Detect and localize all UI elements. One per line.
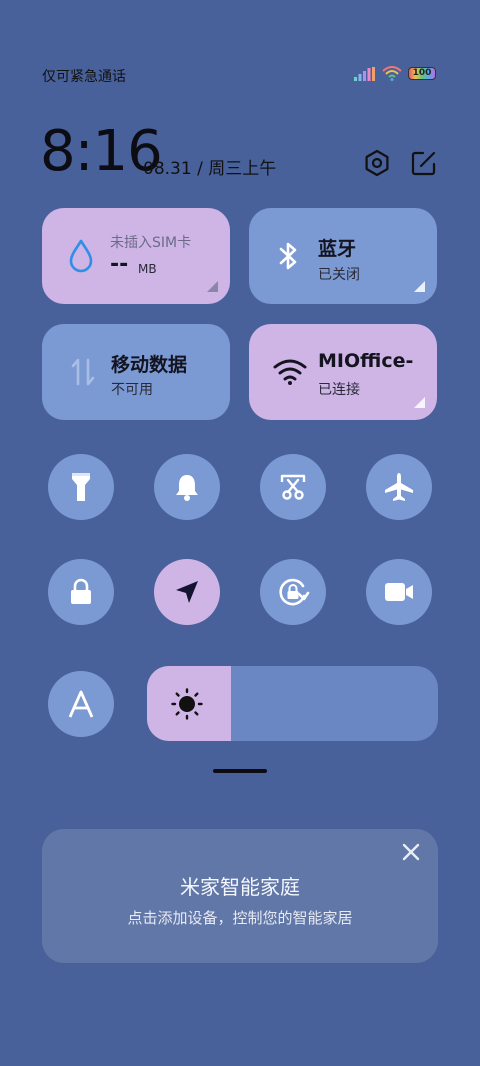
battery-icon: 100 [408,67,436,80]
location-arrow-icon [176,581,198,603]
bluetooth-status: 已关闭 [318,267,360,283]
bluetooth-icon [279,242,297,270]
mobile-data-icon [71,358,95,386]
data-usage-tile[interactable]: 未插入SIM卡 -- MB [42,208,230,304]
video-camera-icon [385,583,413,601]
wifi-icon [273,359,307,385]
wifi-status-icon [382,66,402,81]
expand-corner-icon [207,281,218,292]
wifi-network-name: MIOffice- [318,350,414,372]
data-usage-unit: MB [138,262,157,276]
lock-icon [71,578,91,604]
scissors-screenshot-icon [280,474,306,500]
expand-corner-icon [414,397,425,408]
smart-home-subtitle: 点击添加设备，控制您的智能家居 [127,909,353,927]
signal-icon [354,66,375,81]
airplane-icon [385,473,413,501]
settings-icon[interactable] [362,148,392,178]
bell-icon [176,475,198,501]
lock-screen-toggle[interactable] [48,559,114,625]
wifi-status: 已连接 [318,382,360,398]
carrier-status: 仅可紧急通话 [42,69,126,85]
mobile-data-tile[interactable]: 移动数据 不可用 [42,324,230,420]
letter-a-icon [68,690,94,718]
screenshot-toggle[interactable] [260,454,326,520]
expand-corner-icon [414,281,425,292]
edit-icon[interactable] [409,148,439,178]
rotation-lock-icon [279,578,310,606]
brightness-slider[interactable] [147,666,438,741]
mobile-data-status: 不可用 [111,382,153,398]
sun-icon [171,688,203,720]
mobile-data-title: 移动数据 [111,354,188,376]
wifi-tile[interactable]: MIOffice- 已连接 [249,324,437,420]
flashlight-toggle[interactable] [48,454,114,520]
status-icons: 100 [354,66,436,81]
rotation-lock-toggle[interactable] [260,559,326,625]
location-toggle[interactable] [154,559,220,625]
data-usage-value: -- [110,252,129,277]
airplane-mode-toggle[interactable] [366,454,432,520]
notification-toggle[interactable] [154,454,220,520]
drag-handle[interactable] [213,769,267,773]
flashlight-icon [72,473,90,501]
smart-home-title: 米家智能家庭 [180,875,300,899]
smart-home-card[interactable]: 米家智能家庭 点击添加设备，控制您的智能家居 [42,829,438,963]
close-icon[interactable] [400,841,422,863]
water-drop-icon [69,239,93,273]
bluetooth-title: 蓝牙 [318,238,357,260]
auto-brightness-toggle[interactable] [48,671,114,737]
sim-status: 未插入SIM卡 [110,235,192,251]
clock-date: 08.31 / 周三上午 [143,159,277,179]
screen-record-toggle[interactable] [366,559,432,625]
bluetooth-tile[interactable]: 蓝牙 已关闭 [249,208,437,304]
